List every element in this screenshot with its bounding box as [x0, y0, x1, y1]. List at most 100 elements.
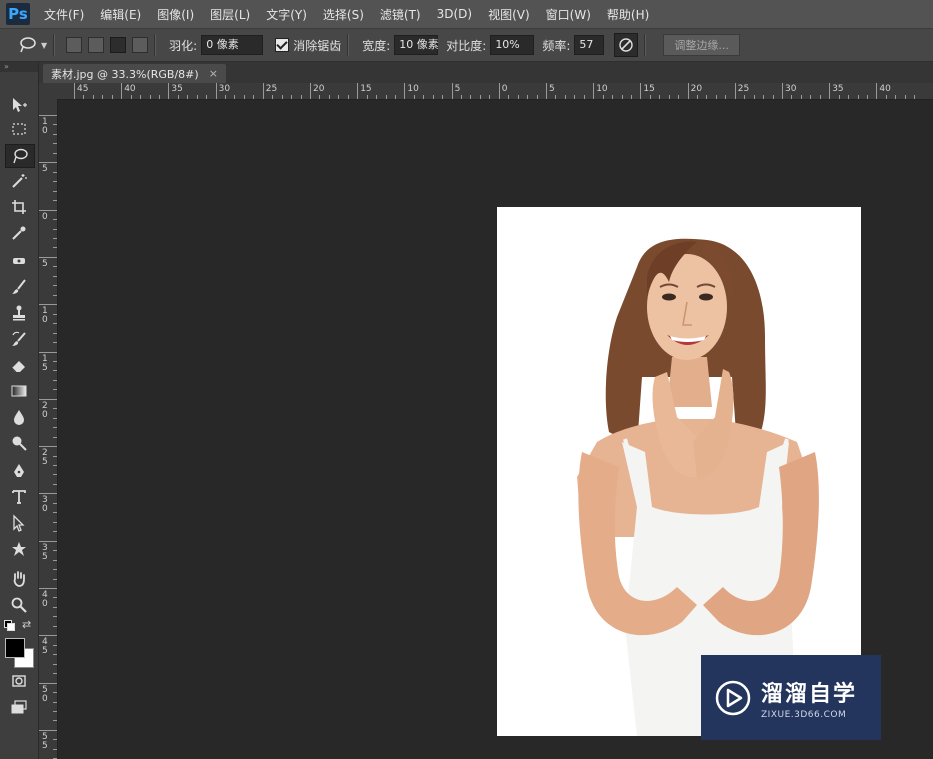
ruler-label: 35	[42, 542, 48, 562]
ruler-minor-tick	[53, 143, 57, 145]
intersect-selection-button[interactable]	[132, 37, 149, 53]
width-input[interactable]: 10 像素	[394, 35, 439, 55]
tablet-pressure-button[interactable]	[614, 33, 639, 57]
frequency-input[interactable]: 57	[574, 35, 605, 55]
ruler-label: 40	[879, 84, 891, 94]
contrast-input[interactable]: 10%	[490, 35, 535, 55]
move-tool-icon[interactable]	[5, 94, 33, 116]
ruler-tick	[876, 83, 878, 99]
ruler-tick	[451, 83, 453, 99]
ruler-label: 15	[42, 353, 48, 373]
menu-layer[interactable]: 图层(L)	[210, 6, 250, 23]
menu-edit[interactable]: 编辑(E)	[100, 6, 141, 23]
magnetic-lasso-tool-icon[interactable]	[5, 144, 35, 168]
eyedropper-tool-icon[interactable]	[5, 222, 33, 244]
menu-filter[interactable]: 滤镜(T)	[380, 6, 421, 23]
ruler-tick	[39, 398, 57, 400]
tool-preset-picker[interactable]: ▼	[18, 36, 47, 54]
hand-tool-icon[interactable]	[5, 568, 33, 590]
ruler-minor-tick	[196, 95, 198, 99]
ruler-minor-tick	[810, 95, 812, 99]
foreground-color-swatch[interactable]	[5, 638, 25, 658]
path-selection-tool-icon[interactable]	[5, 512, 33, 534]
ruler-minor-tick	[885, 95, 887, 99]
ruler-minor-tick	[53, 285, 57, 287]
spot-healing-tool-icon[interactable]	[5, 250, 33, 272]
contrast-label: 对比度:	[446, 38, 487, 53]
antialias-label: 消除锯齿	[293, 38, 342, 53]
ruler-origin[interactable]	[39, 83, 59, 100]
blur-tool-icon[interactable]	[5, 406, 33, 428]
crop-tool-icon[interactable]	[5, 196, 33, 218]
horizontal-ruler[interactable]: 45 40 35 30 25 20 15 10 5 0 5 10 15 20 25 30 35 40	[58, 83, 933, 100]
menu-help[interactable]: 帮助(H)	[607, 6, 649, 23]
ruler-minor-tick	[92, 95, 94, 99]
stamp-tool-icon[interactable]	[5, 302, 33, 324]
ruler-minor-tick	[423, 95, 425, 99]
antialias-option[interactable]: 消除锯齿	[275, 37, 341, 54]
ruler-minor-tick	[53, 569, 57, 571]
ruler-tick	[39, 162, 57, 164]
close-icon[interactable]: ×	[209, 67, 218, 80]
ruler-minor-tick	[140, 95, 142, 99]
ruler-minor-tick	[53, 606, 57, 608]
ruler-minor-tick	[583, 95, 585, 99]
ruler-label: 45	[77, 84, 89, 94]
document-tab[interactable]: 素材.jpg @ 33.3%(RGB/8#) ×	[43, 64, 226, 83]
ruler-minor-tick	[53, 616, 57, 618]
menu-select[interactable]: 选择(S)	[323, 6, 364, 23]
screen-mode-icon[interactable]	[5, 696, 33, 718]
history-brush-tool-icon[interactable]	[5, 328, 33, 350]
ruler-minor-tick	[158, 95, 160, 99]
ruler-minor-tick	[53, 578, 57, 580]
ruler-minor-tick	[53, 228, 57, 230]
feather-option: 羽化: 0 像素	[169, 35, 264, 55]
tablet-pressure-icon	[619, 38, 634, 52]
brush-tool-icon[interactable]	[5, 276, 33, 298]
ruler-minor-tick	[53, 389, 57, 391]
gradient-tool-icon[interactable]	[5, 380, 33, 402]
ruler-label: 15	[643, 84, 655, 94]
magic-wand-tool-icon[interactable]	[5, 170, 33, 192]
subtract-selection-button[interactable]	[110, 37, 127, 53]
menu-file[interactable]: 文件(F)	[44, 6, 84, 23]
ruler-minor-tick	[272, 95, 274, 99]
vertical-ruler[interactable]: 10 5 0 5 10 15 20 25 30 35 40 45 50 55	[39, 99, 58, 759]
default-colors-icon[interactable]	[4, 620, 15, 631]
ruler-minor-tick	[659, 95, 661, 99]
ruler-minor-tick	[53, 559, 57, 561]
ruler-label: 30	[42, 495, 48, 515]
refine-edge-button[interactable]: 调整边缘...	[663, 34, 740, 56]
ruler-minor-tick	[53, 483, 57, 485]
add-selection-button[interactable]	[88, 37, 105, 53]
ruler-minor-tick	[53, 739, 57, 741]
feather-input[interactable]: 0 像素	[201, 35, 264, 55]
menu-3d[interactable]: 3D(D)	[437, 7, 472, 21]
type-tool-icon[interactable]	[5, 486, 33, 508]
ruler-minor-tick	[53, 417, 57, 419]
marquee-tool-icon[interactable]	[5, 118, 33, 140]
menu-view[interactable]: 视图(V)	[488, 6, 530, 23]
ruler-minor-tick	[225, 95, 227, 99]
menu-window[interactable]: 窗口(W)	[546, 6, 591, 23]
ruler-minor-tick	[53, 455, 57, 457]
swap-colors-icon[interactable]: ⇄	[22, 618, 31, 631]
antialias-checkbox[interactable]	[275, 38, 290, 52]
ruler-minor-tick	[319, 95, 321, 99]
ruler-minor-tick	[697, 95, 699, 99]
zoom-tool-icon[interactable]	[5, 594, 33, 616]
quick-mask-icon[interactable]	[5, 670, 33, 692]
ruler-minor-tick	[53, 512, 57, 514]
divider	[347, 34, 349, 56]
menu-type[interactable]: 文字(Y)	[266, 6, 307, 23]
ruler-minor-tick	[470, 95, 472, 99]
new-selection-button[interactable]	[66, 37, 83, 53]
eraser-tool-icon[interactable]	[5, 354, 33, 376]
ruler-minor-tick	[838, 95, 840, 99]
menu-image[interactable]: 图像(I)	[157, 6, 194, 23]
shape-tool-icon[interactable]	[5, 538, 33, 560]
toolbox-collapse-grip[interactable]: »	[0, 62, 38, 72]
ruler-minor-tick	[725, 95, 727, 99]
dodge-tool-icon[interactable]	[5, 432, 33, 454]
pen-tool-icon[interactable]	[5, 460, 33, 482]
